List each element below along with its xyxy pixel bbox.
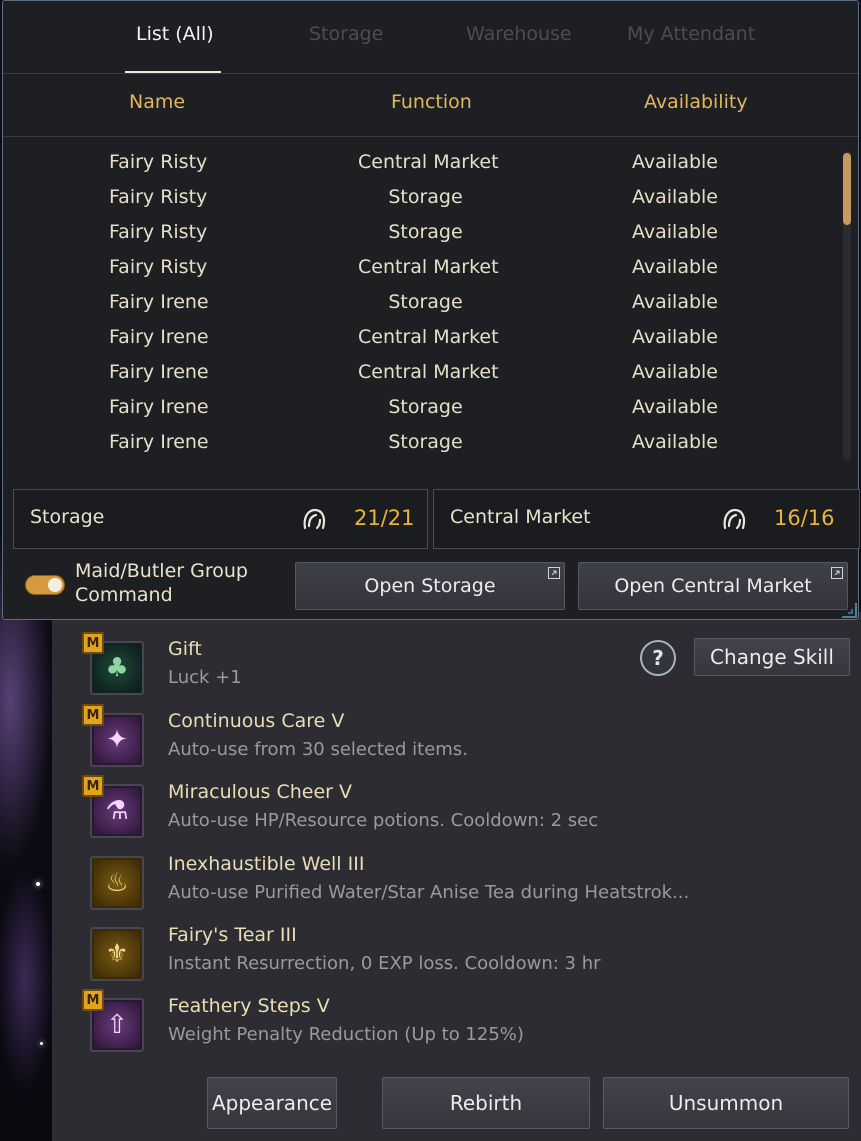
skill-row[interactable]: ⇧ M Feathery Steps V Weight Penalty Redu… xyxy=(80,989,760,1057)
skill-name: Inexhaustible Well III xyxy=(168,853,365,875)
column-header-function: Function xyxy=(391,91,472,113)
popout-icon xyxy=(548,567,560,579)
divider xyxy=(3,136,858,137)
divider xyxy=(3,73,858,74)
skill-name: Continuous Care V xyxy=(168,710,345,732)
attendant-availability: Available xyxy=(632,256,719,278)
attendant-function: Central Market xyxy=(358,361,499,383)
tab-warehouse[interactable]: Warehouse xyxy=(466,23,572,45)
attendant-availability: Available xyxy=(632,151,719,173)
skill-row[interactable]: ✦ M Continuous Care V Auto-use from 30 s… xyxy=(80,704,760,772)
attendant-name: Fairy Risty xyxy=(109,256,208,278)
tea-bowl-icon: ♨ xyxy=(90,856,144,910)
toggle-knob xyxy=(48,578,62,592)
list-item[interactable]: Fairy Irene Storage Available xyxy=(3,423,843,458)
skill-description: Weight Penalty Reduction (Up to 125%) xyxy=(168,1024,524,1045)
skill-name: Miraculous Cheer V xyxy=(168,781,353,803)
mastery-badge: M xyxy=(82,704,104,726)
skill-row[interactable]: ⚜ Fairy's Tear III Instant Resurrection,… xyxy=(80,922,760,986)
attendant-function: Storage xyxy=(388,431,463,453)
skill-description: Luck +1 xyxy=(168,667,242,688)
group-command-label-line2: Command xyxy=(75,584,173,606)
help-button[interactable]: ? xyxy=(640,640,676,676)
skill-name: Feathery Steps V xyxy=(168,995,330,1017)
attendant-name: Fairy Irene xyxy=(109,326,209,348)
attendant-availability: Available xyxy=(632,361,719,383)
open-storage-button[interactable]: Open Storage xyxy=(295,562,565,610)
skill-description: Instant Resurrection, 0 EXP loss. Cooldo… xyxy=(168,953,601,974)
attendant-name: Fairy Irene xyxy=(109,291,209,313)
attendant-function: Storage xyxy=(388,186,463,208)
attendant-name: Fairy Irene xyxy=(109,396,209,418)
skill-name: Gift xyxy=(168,638,202,660)
storage-count: 21/21 xyxy=(354,506,415,530)
attendant-name: Fairy Risty xyxy=(109,186,208,208)
skill-description: Auto-use HP/Resource potions. Cooldown: … xyxy=(168,810,599,831)
list-scrollbar-thumb[interactable] xyxy=(843,153,851,225)
skill-row[interactable]: ⚗ M Miraculous Cheer V Auto-use HP/Resou… xyxy=(80,775,760,843)
column-header-name: Name xyxy=(129,91,186,113)
market-summary-label: Central Market xyxy=(450,506,591,528)
list-item[interactable]: Fairy Irene Storage Available xyxy=(3,283,843,318)
skill-row[interactable]: ♨ Inexhaustible Well III Auto-use Purifi… xyxy=(80,851,760,915)
list-item[interactable]: Fairy Risty Central Market Available xyxy=(3,248,843,283)
star-decoration xyxy=(40,1042,43,1045)
mastery-badge: M xyxy=(82,775,104,797)
skill-description: Auto-use Purified Water/Star Anise Tea d… xyxy=(168,882,690,903)
list-item[interactable]: Fairy Risty Storage Available xyxy=(3,213,843,248)
attendant-function: Storage xyxy=(388,291,463,313)
attendant-window: List (All) Storage Warehouse My Attendan… xyxy=(2,0,860,620)
attendant-list: Fairy Risty Central Market Available Fai… xyxy=(3,138,858,466)
attendant-function: Central Market xyxy=(358,256,499,278)
attendant-availability: Available xyxy=(632,186,719,208)
maid-head-icon xyxy=(303,508,326,530)
maid-head-icon xyxy=(723,508,746,530)
popout-icon xyxy=(831,567,843,579)
unsummon-button[interactable]: Unsummon xyxy=(603,1077,849,1129)
tab-my-attendant[interactable]: My Attendant xyxy=(627,23,755,45)
list-item[interactable]: Fairy Risty Central Market Available xyxy=(3,143,843,178)
tab-storage[interactable]: Storage xyxy=(309,23,383,45)
market-summary: Central Market 16/16 xyxy=(433,489,860,549)
attendant-name: Fairy Irene xyxy=(109,431,209,453)
winged-vial-icon: ⚜ xyxy=(90,927,144,981)
storage-summary-label: Storage xyxy=(30,506,105,528)
resize-corner-icon[interactable] xyxy=(838,599,858,619)
mastery-badge: M xyxy=(82,632,104,654)
group-command-toggle[interactable] xyxy=(25,575,65,595)
attendant-availability: Available xyxy=(632,326,719,348)
skill-description: Auto-use from 30 selected items. xyxy=(168,739,468,760)
attendant-name: Fairy Risty xyxy=(109,151,208,173)
star-decoration xyxy=(36,882,40,886)
list-item[interactable]: Fairy Irene Storage Available xyxy=(3,388,843,423)
open-central-market-label: Open Central Market xyxy=(614,575,812,597)
open-storage-label: Open Storage xyxy=(364,575,496,597)
column-header-availability: Availability xyxy=(644,91,748,113)
attendant-availability: Available xyxy=(632,221,719,243)
attendant-availability: Available xyxy=(632,291,719,313)
attendant-availability: Available xyxy=(632,431,719,453)
rebirth-button[interactable]: Rebirth xyxy=(382,1077,590,1129)
change-skill-button[interactable]: Change Skill xyxy=(694,638,850,676)
attendant-name: Fairy Risty xyxy=(109,221,208,243)
attendant-function: Storage xyxy=(388,396,463,418)
attendant-function: Central Market xyxy=(358,151,499,173)
tab-bar: List (All) Storage Warehouse My Attendan… xyxy=(3,1,858,73)
attendant-name: Fairy Irene xyxy=(109,361,209,383)
list-item[interactable]: Fairy Risty Storage Available xyxy=(3,178,843,213)
group-command-label: Maid/Butler Group Command xyxy=(75,559,248,607)
list-item[interactable]: Fairy Irene Central Market Available xyxy=(3,318,843,353)
open-central-market-button[interactable]: Open Central Market xyxy=(578,562,848,610)
skill-name: Fairy's Tear III xyxy=(168,924,297,946)
appearance-button[interactable]: Appearance xyxy=(207,1077,337,1129)
tab-list-all[interactable]: List (All) xyxy=(136,23,214,45)
market-count: 16/16 xyxy=(774,506,835,530)
storage-summary: Storage 21/21 xyxy=(13,489,428,549)
attendant-availability: Available xyxy=(632,396,719,418)
attendant-function: Central Market xyxy=(358,326,499,348)
attendant-function: Storage xyxy=(388,221,463,243)
mastery-badge: M xyxy=(82,989,104,1011)
group-command-label-line1: Maid/Butler Group xyxy=(75,560,248,582)
list-item[interactable]: Fairy Irene Central Market Available xyxy=(3,353,843,388)
